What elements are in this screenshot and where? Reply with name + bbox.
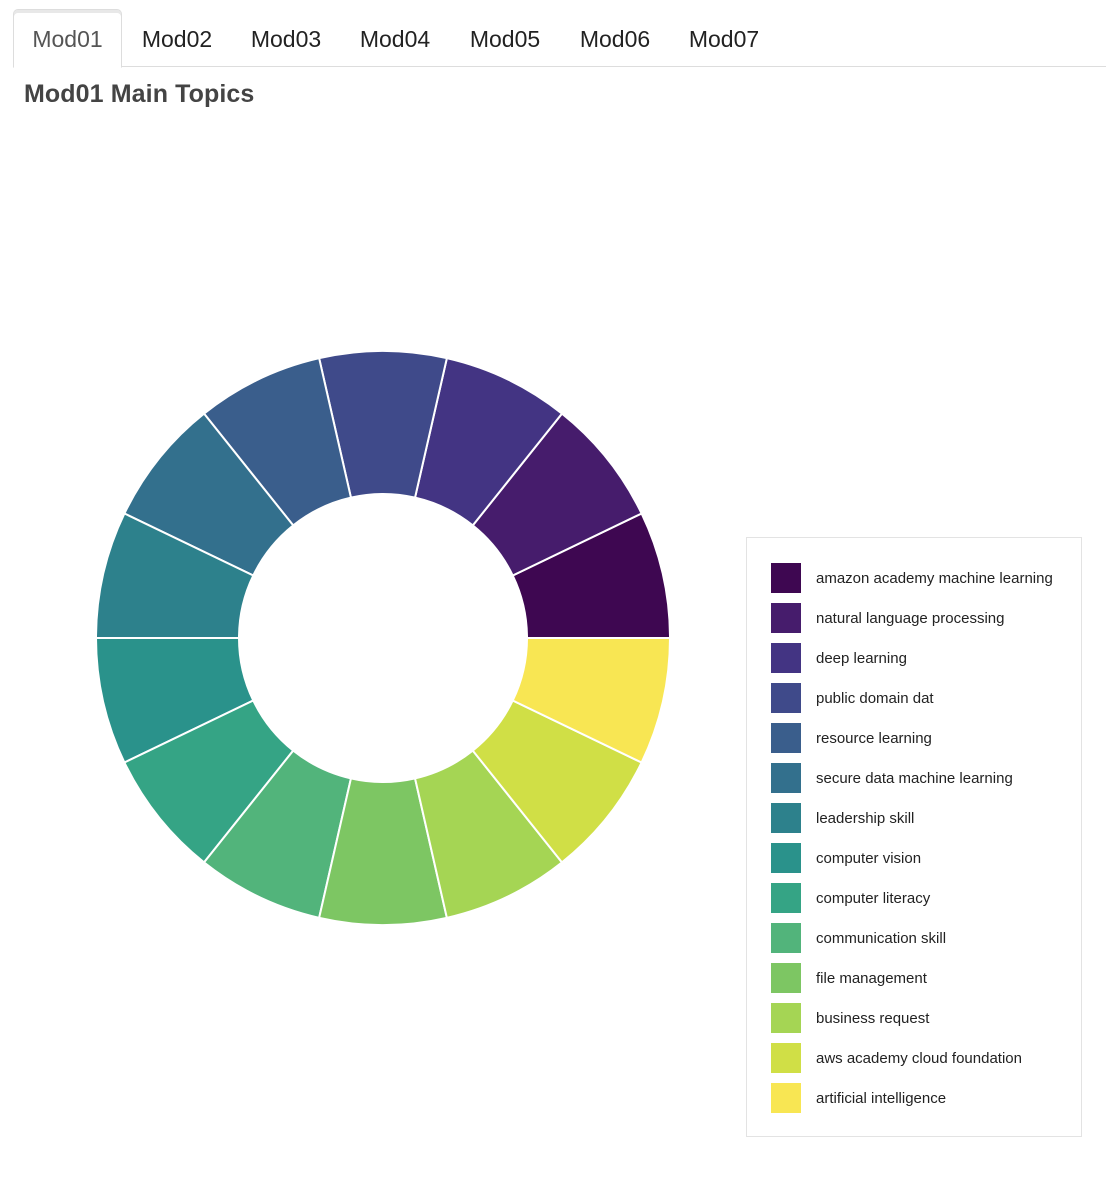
legend-item[interactable]: artificial intelligence: [771, 1083, 946, 1113]
legend-item[interactable]: file management: [771, 963, 927, 993]
legend-swatch: [771, 563, 801, 593]
legend-label: artificial intelligence: [816, 1089, 947, 1107]
legend-label: deep learning: [816, 649, 907, 667]
legend-label: natural language processing: [816, 609, 1005, 627]
legend-item[interactable]: business request: [771, 1003, 929, 1033]
legend-swatch: [771, 883, 801, 913]
legend-label: secure data machine learning: [816, 769, 1013, 787]
legend-label: file management: [816, 969, 927, 987]
legend-item[interactable]: computer vision: [771, 843, 921, 873]
legend-swatch: [771, 683, 801, 713]
legend-item[interactable]: deep learning: [771, 643, 907, 673]
legend-item[interactable]: secure data machine learning: [771, 763, 1013, 793]
legend-swatch: [771, 923, 801, 953]
legend-item[interactable]: leadership skill: [771, 803, 914, 833]
legend-swatch: [771, 1003, 801, 1033]
legend-item[interactable]: natural language processing: [771, 603, 1004, 633]
legend-swatch: [771, 1043, 801, 1073]
legend-swatch: [771, 963, 801, 993]
legend-label: business request: [816, 1009, 930, 1027]
legend-item[interactable]: resource learning: [771, 723, 932, 753]
legend-label: communication skill: [816, 929, 947, 947]
legend-item[interactable]: amazon academy machine learning: [771, 563, 1053, 593]
legend-swatch: [771, 1083, 801, 1113]
legend-item[interactable]: communication skill: [771, 923, 946, 953]
legend-item[interactable]: computer literacy: [771, 883, 930, 913]
legend-swatch: [771, 643, 801, 673]
legend-label: leadership skill: [816, 809, 915, 827]
legend-swatch: [771, 723, 801, 753]
legend-label: aws academy cloud foundation: [816, 1049, 1022, 1067]
legend-swatch: [771, 603, 801, 633]
legend-label: computer literacy: [816, 889, 931, 907]
legend-label: public domain dat: [816, 689, 934, 707]
legend-swatch: [771, 803, 801, 833]
legend-swatch: [771, 763, 801, 793]
legend-item[interactable]: aws academy cloud foundation: [771, 1043, 1022, 1073]
page: Mod01 Mod02 Mod03 Mod04 Mod05 Mod06 Mod0…: [0, 0, 1106, 1178]
legend-swatch: [771, 843, 801, 873]
legend-label: computer vision: [816, 849, 922, 867]
chart-legend: amazon academy machine learning natural l…: [746, 537, 1082, 1137]
legend-label: amazon academy machine learning: [816, 569, 1053, 587]
legend-item[interactable]: public domain dat: [771, 683, 934, 713]
legend-label: resource learning: [816, 729, 932, 747]
